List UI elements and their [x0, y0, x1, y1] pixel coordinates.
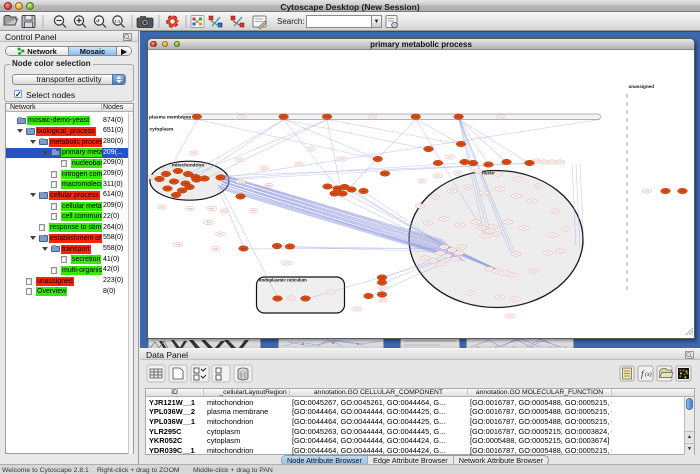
svg-text:(x): (x)	[645, 371, 652, 378]
svg-text:↺: ↺	[96, 19, 100, 24]
svg-text:endoplasmic reticulum: endoplasmic reticulum	[259, 278, 307, 283]
svg-text:mitochondrion: mitochondrion	[172, 163, 204, 168]
svg-text:cytoplasm: cytoplasm	[150, 127, 174, 133]
svg-text:1:1: 1:1	[115, 19, 122, 24]
svg-text:plasma membrane: plasma membrane	[149, 115, 191, 121]
svg-text:unassigned: unassigned	[629, 84, 655, 89]
